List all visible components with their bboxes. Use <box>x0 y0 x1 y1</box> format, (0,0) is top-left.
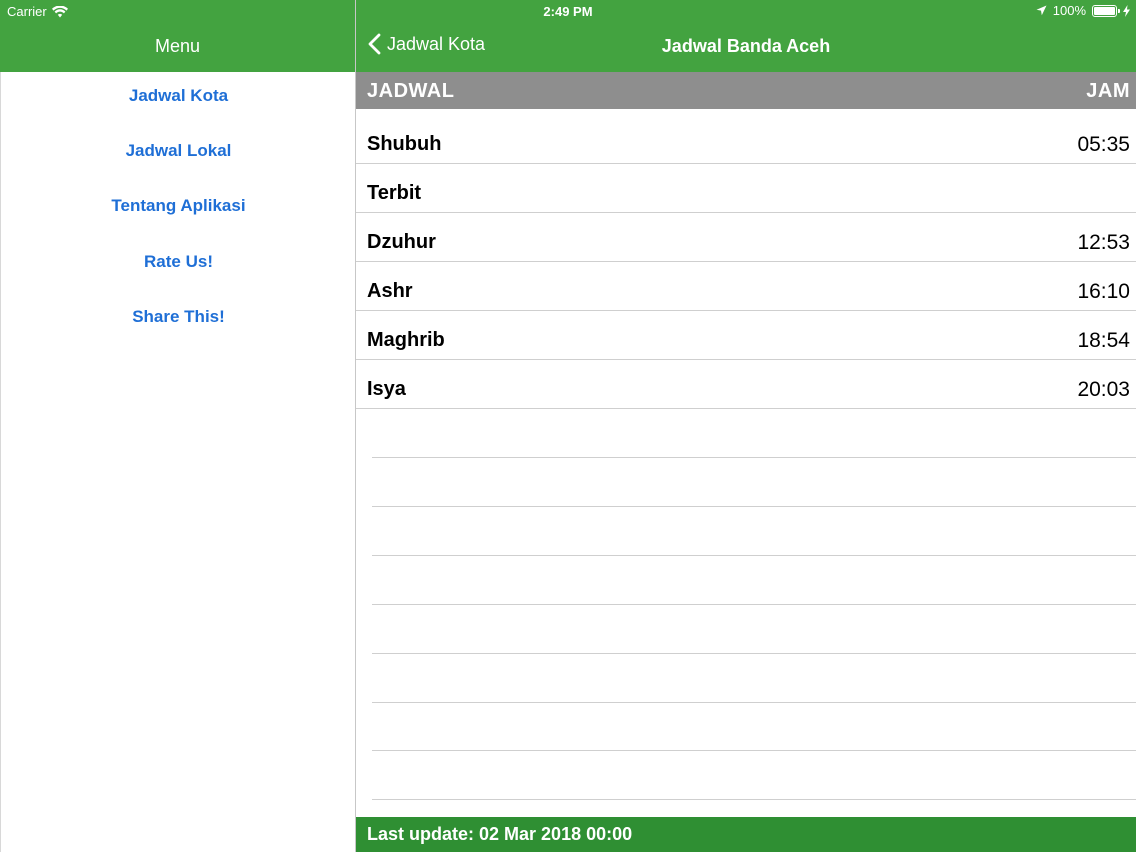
last-update-text: Last update: 02 Mar 2018 00:00 <box>367 824 633 844</box>
status-time: 2:49 PM <box>543 4 593 19</box>
status-right: 100% <box>1036 3 1130 18</box>
menu-title: Menu <box>154 36 201 56</box>
prayer-time: 18:54 <box>1077 329 1130 352</box>
prayer-name: Terbit <box>367 182 422 204</box>
table-row[interactable]: Ashr 16:10 <box>356 262 1136 311</box>
prayer-time: 20:03 <box>1077 378 1130 401</box>
table-row[interactable]: Maghrib 18:54 <box>356 311 1136 360</box>
empty-row-separator <box>372 653 1136 654</box>
last-update-footer: Last update: 02 Mar 2018 00:00 <box>356 817 1136 852</box>
navigation-bar: Carrier 2:49 PM 100% Menu Jadwal Kota Ja… <box>0 0 1136 72</box>
prayer-time: 05:35 <box>1077 133 1130 156</box>
table-row[interactable]: Dzuhur 12:53 <box>356 213 1136 262</box>
page-title: Jadwal Banda Aceh <box>661 36 831 56</box>
prayer-name: Shubuh <box>367 133 442 155</box>
location-arrow-icon <box>1036 5 1047 16</box>
menu-item-tentang-aplikasi[interactable]: Tentang Aplikasi <box>1 186 356 226</box>
empty-row-separator <box>372 506 1136 507</box>
status-bar: Carrier 2:49 PM 100% <box>0 0 1136 22</box>
carrier-info: Carrier <box>7 4 68 19</box>
empty-row-separator <box>372 457 1136 458</box>
prayer-name: Isya <box>367 378 406 400</box>
prayer-name: Dzuhur <box>367 231 436 253</box>
prayer-name: Ashr <box>367 280 413 302</box>
empty-row-separator <box>372 555 1136 556</box>
carrier-label: Carrier <box>7 4 47 19</box>
menu-item-jadwal-kota[interactable]: Jadwal Kota <box>1 76 356 116</box>
prayer-time: 16:10 <box>1077 280 1130 303</box>
table-row[interactable]: Isya 20:03 <box>356 360 1136 409</box>
empty-row-separator <box>372 799 1136 800</box>
menu-item-share-this[interactable]: Share This! <box>1 297 356 337</box>
menu-item-rate-us[interactable]: Rate Us! <box>1 242 356 282</box>
charging-bolt-icon <box>1123 4 1130 17</box>
column-header-jam: JAM <box>1086 80 1130 102</box>
battery-icon <box>1092 4 1120 17</box>
sidebar-menu: Jadwal Kota Jadwal Lokal Tentang Aplikas… <box>0 72 355 852</box>
table-row[interactable]: Shubuh 05:35 <box>356 115 1136 164</box>
table-header: JADWAL JAM <box>356 72 1136 109</box>
column-header-jadwal: JADWAL <box>367 80 455 102</box>
battery-percent: 100% <box>1052 3 1086 18</box>
prayer-time: 12:53 <box>1077 231 1130 254</box>
menu-item-jadwal-lokal[interactable]: Jadwal Lokal <box>1 131 356 171</box>
empty-row-separator <box>372 702 1136 703</box>
table-row[interactable]: Terbit <box>356 164 1136 213</box>
wifi-icon <box>51 5 68 17</box>
empty-row-separator <box>372 604 1136 605</box>
prayer-name: Maghrib <box>367 329 445 351</box>
empty-row-separator <box>372 750 1136 751</box>
